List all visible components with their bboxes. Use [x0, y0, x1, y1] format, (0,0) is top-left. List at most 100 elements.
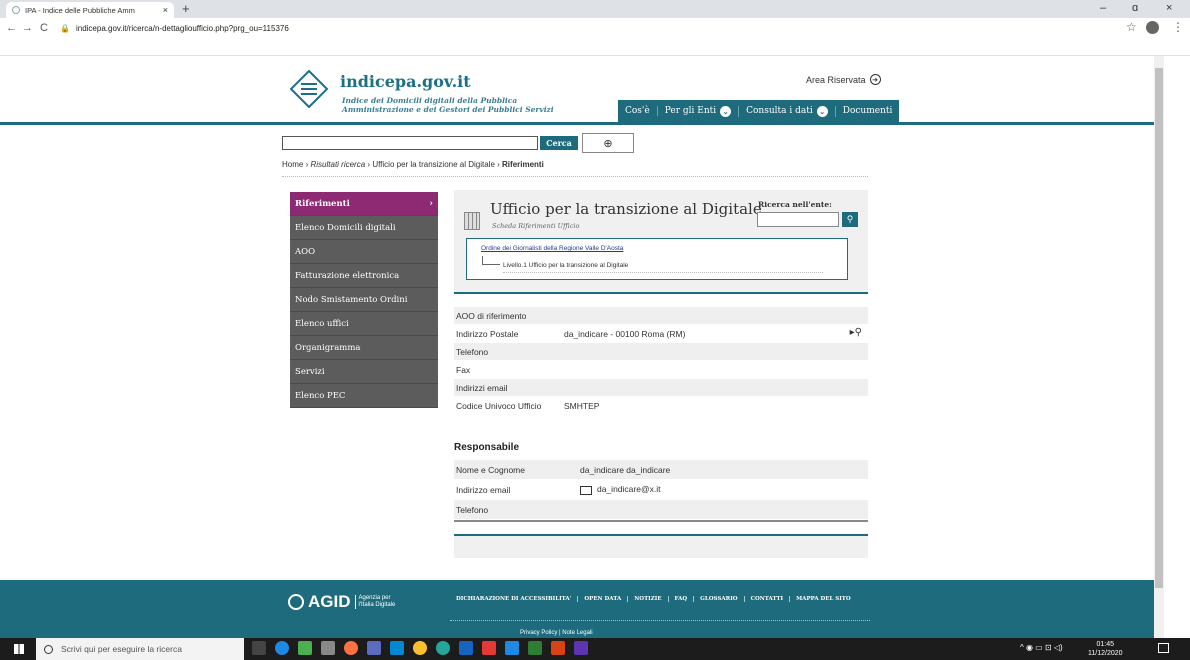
word-icon[interactable]	[459, 641, 473, 655]
close-window-icon[interactable]: ×	[1166, 2, 1172, 14]
breadcrumb-home[interactable]: Home	[282, 160, 303, 169]
minimize-icon[interactable]: –	[1100, 2, 1106, 14]
breadcrumb-results[interactable]: Risultati ricerca	[310, 160, 365, 169]
breadcrumb-office[interactable]: Ufficio per la transizione al Digitale	[372, 160, 495, 169]
footer-link-notizie[interactable]: NOTIZIE	[628, 596, 669, 602]
browser-menu-icon[interactable]: ⋮	[1172, 20, 1184, 34]
email-link[interactable]: da_indicare@x.it	[597, 484, 660, 494]
ricerca-ente-button[interactable]: ⚲	[842, 212, 858, 227]
table-row: AOO di riferimento	[454, 307, 868, 325]
breadcrumb-separator: ›	[305, 160, 309, 169]
sidebar-item-organigramma[interactable]: Organigramma	[290, 336, 438, 360]
browser-tab[interactable]: IPA - Indice delle Pubbliche Amm ×	[6, 2, 174, 18]
windows-start-icon[interactable]	[14, 644, 24, 654]
app-icon[interactable]	[390, 641, 404, 655]
tree-level: Livello.1 Ufficio per la transizione al …	[503, 262, 629, 269]
page-scrollbar[interactable]	[1154, 56, 1164, 638]
org-tree: Ordine dei Giornalisti della Regione Val…	[466, 238, 848, 280]
sidebar-item-fatturazione[interactable]: Fatturazione elettronica	[290, 264, 438, 288]
agid-logo[interactable]: AGID Agenzia per l'Italia Digitale	[288, 592, 395, 612]
tab-close-icon[interactable]: ×	[163, 5, 168, 15]
nav-item-cose[interactable]: Cos'è	[618, 106, 658, 116]
tagline-line-1: Indice dei Domicili digitali della Pubbl…	[342, 96, 518, 105]
nav-item-documenti[interactable]: Documenti	[836, 106, 900, 116]
table-row: Telefono	[454, 343, 868, 361]
panel-divider	[454, 292, 868, 294]
forward-icon[interactable]: →	[22, 22, 33, 34]
teams-icon[interactable]	[574, 641, 588, 655]
search-button[interactable]: Cerca	[540, 136, 578, 150]
table-row: Indirizzo Postale da_indicare - 00100 Rom…	[454, 325, 868, 343]
edge-icon[interactable]	[505, 641, 519, 655]
skype-icon[interactable]	[275, 641, 289, 655]
footer-link-glossario[interactable]: GLOSSARIO	[694, 596, 745, 602]
sidebar-item-label: Organigramma	[295, 342, 361, 353]
detail-label: AOO di riferimento	[456, 310, 527, 321]
detail-label: Codice Univoco Ufficio	[456, 400, 542, 411]
sidebar-item-elenco-pec[interactable]: Elenco PEC	[290, 384, 438, 408]
task-view-icon[interactable]	[252, 641, 266, 655]
detail-label: Nome e Cognome	[456, 464, 525, 475]
excel-icon[interactable]	[528, 641, 542, 655]
sidebar-item-elenco-uffici[interactable]: Elenco uffici	[290, 312, 438, 336]
breadcrumb-current: Riferimenti	[502, 160, 544, 169]
sidebar-item-servizi[interactable]: Servizi	[290, 360, 438, 384]
sidebar-item-riferimenti[interactable]: Riferimenti ›	[290, 192, 438, 216]
sidebar-item-label: AOO	[295, 246, 316, 257]
sidebar-item-elenco-domicili[interactable]: Elenco Domicili digitali	[290, 216, 438, 240]
bookmark-star-icon[interactable]: ☆	[1126, 20, 1137, 34]
notification-icon[interactable]	[1158, 643, 1169, 653]
profile-icon[interactable]	[1146, 21, 1159, 34]
app-icon[interactable]	[298, 641, 312, 655]
footer-link-accessibilita[interactable]: DICHIARAZIONE DI ACCESSIBILITA'	[450, 596, 579, 602]
cortana-icon	[44, 644, 53, 654]
app-icon[interactable]	[436, 641, 450, 655]
firefox-icon[interactable]	[344, 641, 358, 655]
site-brand[interactable]: indicepa.gov.it	[340, 72, 471, 91]
sidebar-item-label: Servizi	[295, 366, 325, 377]
reload-icon[interactable]: C	[40, 22, 48, 34]
app-icon[interactable]	[367, 641, 381, 655]
nav-label: Cos'è	[625, 106, 650, 116]
nav-item-per-gli-enti[interactable]: Per gli Enti ⌄	[658, 105, 740, 117]
back-icon[interactable]: ←	[6, 22, 17, 34]
sidebar-item-aoo[interactable]: AOO	[290, 240, 438, 264]
url-text: indicepa.gov.it/ricerca/n-dettagliouffic…	[75, 23, 289, 33]
tagline-line-2: Amministrazione e dei Gestori dei Pubbli…	[342, 105, 554, 114]
url-field[interactable]: 🔒 indicepa.gov.it/ricerca/n-dettagliouff…	[60, 21, 1080, 35]
agid-seal-icon	[288, 594, 304, 610]
browser-tab-bar: IPA - Indice delle Pubbliche Amm × + – ɑ…	[0, 0, 1190, 18]
indicepa-logo-icon[interactable]	[290, 70, 328, 108]
system-tray[interactable]: ^ ◉ ▭ ⊡ ◁)	[1020, 643, 1063, 652]
email-value[interactable]: da_indicare@x.it	[580, 484, 868, 495]
detail-value: SMHTEP	[564, 400, 600, 411]
footer-link-open-data[interactable]: OPEN DATA	[578, 596, 629, 602]
taskbar-clock[interactable]: 01:45 11/12/2020	[1088, 640, 1123, 658]
search-input[interactable]	[282, 136, 538, 150]
detail-value: da_indicare - 00100 Roma (RM)	[564, 328, 686, 339]
nav-item-consulta-i-dati[interactable]: Consulta i dati ⌄	[739, 105, 836, 117]
powerpoint-icon[interactable]	[551, 641, 565, 655]
maximize-icon[interactable]: ɑ	[1132, 2, 1138, 14]
acrobat-icon[interactable]	[482, 641, 496, 655]
scrollbar-thumb[interactable]	[1155, 68, 1163, 588]
chrome-icon[interactable]	[413, 641, 427, 655]
table-row: Nome e Cognome da_indicare da_indicare	[454, 460, 868, 480]
new-tab-button[interactable]: +	[182, 1, 190, 16]
footer-privacy-links[interactable]: Privacy Policy | Note Legali	[520, 630, 593, 636]
advanced-search-button[interactable]: ⊕	[582, 133, 634, 153]
map-marker-icon[interactable]: ▸⚲	[850, 327, 862, 338]
footer-link-mappa[interactable]: MAPPA DEL SITO	[790, 596, 857, 602]
responsabile-title: Responsabile	[454, 442, 520, 453]
sidebar-item-label: Fatturazione elettronica	[295, 270, 400, 281]
tree-org-link[interactable]: Ordine dei Giornalisti della Regione Val…	[481, 245, 623, 252]
ricerca-ente-input[interactable]	[757, 212, 839, 227]
taskbar-search-placeholder: Scrivi qui per eseguire la ricerca	[61, 644, 182, 654]
area-riservata-link[interactable]: Area Riservata ➜	[806, 74, 881, 85]
footer-link-contatti[interactable]: CONTATTI	[745, 596, 791, 602]
app-icon[interactable]	[321, 641, 335, 655]
nav-label: Consulta i dati	[746, 106, 813, 116]
sidebar-item-nodo-smistamento[interactable]: Nodo Smistamento Ordini	[290, 288, 438, 312]
footer-link-faq[interactable]: FAQ	[669, 596, 695, 602]
taskbar-search[interactable]: Scrivi qui per eseguire la ricerca	[36, 638, 244, 660]
